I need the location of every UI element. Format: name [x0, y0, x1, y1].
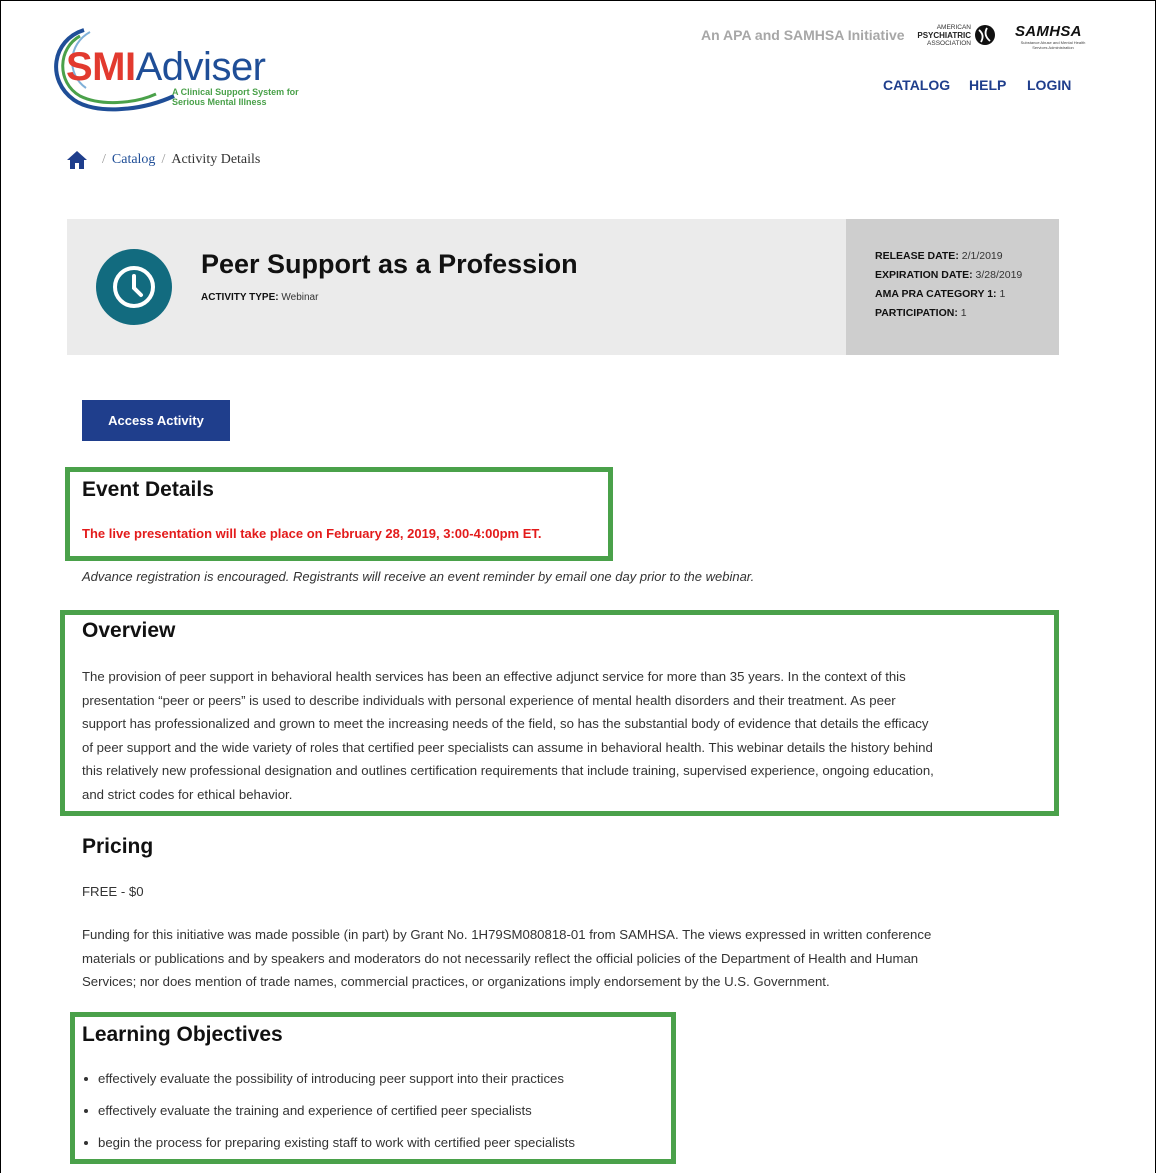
learning-objectives-heading: Learning Objectives — [82, 1023, 283, 1046]
price-value: FREE - $0 — [82, 884, 144, 899]
nav-catalog[interactable]: CATALOG — [883, 77, 950, 93]
ama-category: AMA PRA CATEGORY 1: 1 — [875, 288, 1006, 300]
event-details-heading: Event Details — [82, 478, 214, 501]
logo-wordmark: SMIAdviser — [66, 45, 266, 89]
list-item: effectively evaluate the possibility of … — [84, 1063, 575, 1095]
pricing-heading: Pricing — [82, 835, 154, 858]
apa-emblem-icon — [975, 25, 995, 45]
objectives-list: effectively evaluate the possibility of … — [84, 1063, 575, 1159]
logo-tagline: A Clinical Support System for Serious Me… — [172, 87, 299, 107]
home-icon[interactable] — [66, 150, 88, 170]
activity-title: Peer Support as a Profession — [201, 249, 578, 279]
overview-heading: Overview — [82, 619, 176, 642]
activity-meta-panel: RELEASE DATE: 2/1/2019 EXPIRATION DATE: … — [846, 219, 1059, 355]
breadcrumb-current: Activity Details — [171, 152, 261, 167]
clock-icon — [96, 249, 172, 325]
screenshot-frame — [0, 0, 1156, 1173]
list-item: begin the process for preparing existing… — [84, 1127, 575, 1159]
live-presentation-note: The live presentation will take place on… — [82, 526, 542, 541]
list-item: effectively evaluate the training and ex… — [84, 1095, 575, 1127]
access-activity-button[interactable]: Access Activity — [82, 400, 230, 441]
nav-help[interactable]: HELP — [969, 77, 1006, 93]
initiative-text: An APA and SAMHSA Initiative — [701, 27, 905, 43]
breadcrumb-separator: / — [102, 152, 106, 167]
funding-text: Funding for this initiative was made pos… — [82, 927, 932, 989]
activity-type: ACTIVITY TYPE: Webinar — [201, 292, 319, 303]
expiration-date: EXPIRATION DATE: 3/28/2019 — [875, 269, 1023, 281]
registration-note: Advance registration is encouraged. Regi… — [82, 569, 755, 584]
breadcrumb-separator: / — [161, 152, 166, 167]
overview-text: The provision of peer support in behavio… — [82, 669, 934, 802]
activity-banner: Peer Support as a Profession ACTIVITY TY… — [67, 219, 1059, 355]
breadcrumb: / Catalog / Activity Details — [66, 150, 260, 170]
participation: PARTICIPATION: 1 — [875, 307, 967, 319]
breadcrumb-catalog[interactable]: Catalog — [112, 152, 156, 168]
release-date: RELEASE DATE: 2/1/2019 — [875, 250, 1003, 262]
nav-login[interactable]: LOGIN — [1027, 77, 1071, 93]
